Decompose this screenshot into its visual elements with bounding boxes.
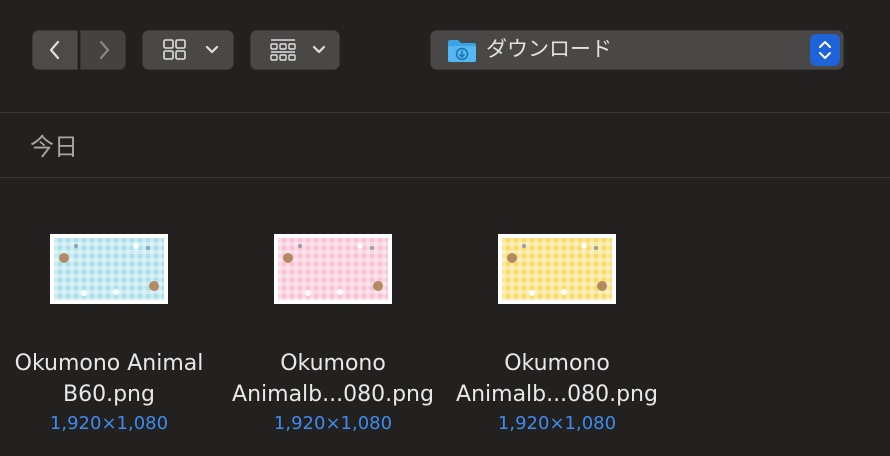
chevron-down-icon — [312, 45, 326, 54]
icon-grid-icon — [163, 39, 186, 60]
navigation-buttons — [32, 30, 126, 70]
forward-button[interactable] — [80, 30, 126, 70]
downloads-folder-icon — [448, 40, 476, 62]
toolbar: ダウンロード — [0, 0, 890, 113]
file-name: Okumono Animal B60.png — [14, 351, 204, 407]
file-thumbnail — [274, 234, 392, 304]
chevron-left-icon — [49, 40, 60, 60]
finder-window: ダウンロード 今日 Okumono Animal B60.png 1,920×1… — [0, 0, 890, 456]
thumbnail-image — [278, 238, 388, 300]
back-button[interactable] — [32, 30, 78, 70]
file-dimensions: 1,920×1,080 — [497, 413, 617, 434]
chevron-down-icon — [205, 45, 219, 54]
thumbnail-image — [54, 238, 164, 300]
path-label: ダウンロード — [486, 37, 612, 61]
up-down-stepper-icon — [819, 41, 831, 59]
thumbnail-image — [502, 238, 612, 300]
file-dimensions: 1,920×1,080 — [273, 413, 393, 434]
path-popup-button[interactable]: ダウンロード — [430, 30, 844, 70]
chevron-right-icon — [99, 40, 110, 60]
path-stepper[interactable] — [810, 34, 840, 66]
section-header-today: 今日 — [0, 113, 890, 178]
file-item[interactable]: Okumono Animalb...080.png 1,920×1,080 — [445, 220, 669, 450]
file-thumbnail — [50, 234, 168, 304]
group-by-button[interactable] — [250, 30, 340, 70]
file-item[interactable]: Okumono Animalb...080.png 1,920×1,080 — [221, 220, 445, 450]
file-item[interactable]: Okumono Animal B60.png 1,920×1,080 — [0, 220, 221, 450]
section-title: 今日 — [30, 133, 78, 161]
file-thumbnail — [498, 234, 616, 304]
file-name: Okumono Animalb...080.png — [456, 351, 658, 407]
file-name: Okumono Animalb...080.png — [232, 351, 434, 407]
group-by-icon — [270, 39, 296, 61]
file-dimensions: 1,920×1,080 — [49, 413, 169, 434]
view-mode-button[interactable] — [142, 30, 234, 70]
